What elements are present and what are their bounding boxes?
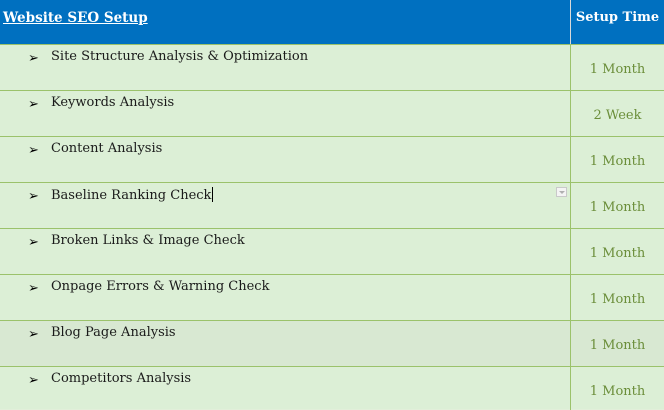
table-row[interactable]: ➢ Blog Page Analysis 1 Month <box>0 320 664 367</box>
text-cursor <box>212 187 214 202</box>
task-cell[interactable]: Broken Links & Image Check <box>51 233 245 248</box>
arrowhead-bullet-icon: ➢ <box>28 51 39 66</box>
header-cell-title[interactable]: Website SEO Setup <box>0 0 570 44</box>
task-cell[interactable]: Onpage Errors & Warning Check <box>51 279 269 294</box>
time-cell[interactable]: 1 Month <box>571 384 664 399</box>
time-cell[interactable]: 1 Month <box>571 292 664 307</box>
time-cell[interactable]: 1 Month <box>571 200 664 215</box>
arrowhead-bullet-icon: ➢ <box>28 189 39 204</box>
table-row[interactable]: ➢ Content Analysis 1 Month <box>0 136 664 183</box>
arrowhead-bullet-icon: ➢ <box>28 281 39 296</box>
time-cell[interactable]: 1 Month <box>571 62 664 77</box>
table-row[interactable]: ➢ Broken Links & Image Check 1 Month <box>0 228 664 275</box>
arrowhead-bullet-icon: ➢ <box>28 235 39 250</box>
arrowhead-bullet-icon: ➢ <box>28 97 39 112</box>
table-title: Website SEO Setup <box>3 10 148 26</box>
task-cell[interactable]: Content Analysis <box>51 141 162 156</box>
task-cell[interactable]: Blog Page Analysis <box>51 325 176 340</box>
time-cell[interactable]: 1 Month <box>571 338 664 353</box>
table-row[interactable]: ➢ Competitors Analysis 1 Month <box>0 366 664 410</box>
table-row[interactable]: ➢ Keywords Analysis 2 Week <box>0 90 664 137</box>
header-cell-setup-time[interactable]: Setup Time <box>570 0 664 44</box>
table-header: Website SEO Setup Setup Time <box>0 0 664 44</box>
table-row[interactable]: ➢ Site Structure Analysis & Optimization… <box>0 44 664 91</box>
setup-time-column-header: Setup Time <box>575 10 660 25</box>
task-cell-text: Baseline Ranking Check <box>51 188 212 203</box>
time-cell[interactable]: 1 Month <box>571 246 664 261</box>
arrowhead-bullet-icon: ➢ <box>28 143 39 158</box>
task-cell[interactable]: Keywords Analysis <box>51 95 174 110</box>
task-cell[interactable]: Competitors Analysis <box>51 371 191 386</box>
time-cell[interactable]: 2 Week <box>571 108 664 123</box>
arrowhead-bullet-icon: ➢ <box>28 373 39 388</box>
arrowhead-bullet-icon: ➢ <box>28 327 39 342</box>
table-row[interactable]: ➢ Onpage Errors & Warning Check 1 Month <box>0 274 664 321</box>
table-row[interactable]: ➢ Baseline Ranking Check 1 Month <box>0 182 664 229</box>
task-cell[interactable]: Site Structure Analysis & Optimization <box>51 49 308 64</box>
time-cell[interactable]: 1 Month <box>571 154 664 169</box>
seo-setup-table: Website SEO Setup Setup Time ➢ Site Stru… <box>0 0 664 410</box>
dropdown-arrow-icon[interactable] <box>556 187 567 197</box>
task-cell-active[interactable]: Baseline Ranking Check <box>51 187 214 203</box>
